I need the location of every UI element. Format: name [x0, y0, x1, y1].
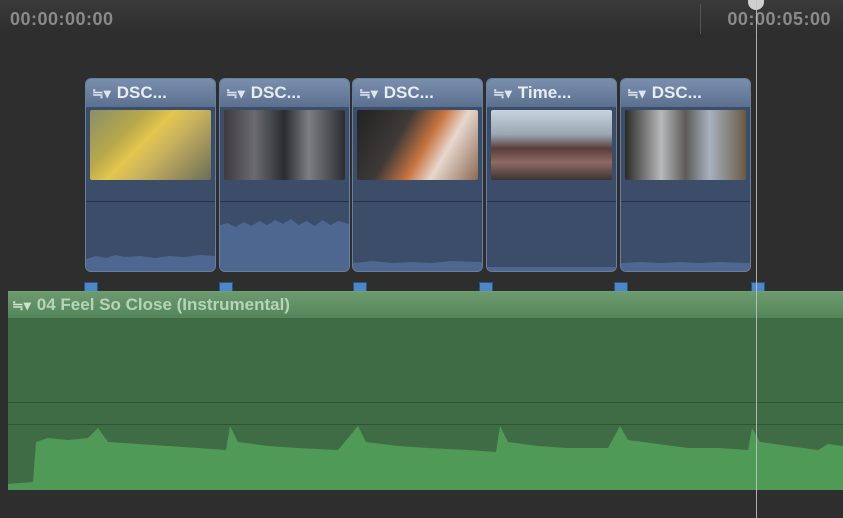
- clip-audio-waveform: [487, 267, 616, 271]
- video-clip[interactable]: ≒▾ Time...: [486, 78, 617, 272]
- clip-title: DSC...: [651, 83, 702, 102]
- clip-thumbnail: [491, 110, 612, 180]
- clip-thumbnail: [625, 110, 746, 180]
- ruler-tick: [700, 4, 701, 34]
- clip-menu-icon[interactable]: ≒▾: [12, 297, 31, 314]
- audio-divider: [8, 402, 843, 403]
- clip-title: DSC...: [116, 83, 167, 102]
- clip-thumbnail: [224, 110, 345, 180]
- clip-audio-waveform: [353, 261, 482, 271]
- clip-header[interactable]: ≒▾ DSC...: [621, 79, 750, 107]
- clip-audio-waveform: [220, 219, 349, 271]
- playhead[interactable]: [756, 0, 757, 518]
- clip-audio-waveform: [621, 262, 750, 271]
- timeline-ruler[interactable]: 00:00:00:00 00:00:05:00: [0, 0, 843, 39]
- clip-thumbnail: [90, 110, 211, 180]
- clip-header[interactable]: ≒▾ DSC...: [353, 79, 482, 107]
- clip-header[interactable]: ≒▾ DSC...: [220, 79, 349, 107]
- clip-menu-icon[interactable]: ≒▾: [627, 85, 646, 102]
- video-clip[interactable]: ≒▾ DSC...: [352, 78, 483, 272]
- video-clip[interactable]: ≒▾ DSC...: [85, 78, 216, 272]
- clip-title: DSC...: [250, 83, 301, 102]
- video-clip[interactable]: ≒▾ DSC...: [620, 78, 751, 272]
- clip-menu-icon[interactable]: ≒▾: [92, 85, 111, 102]
- clip-menu-icon[interactable]: ≒▾: [226, 85, 245, 102]
- audio-clip-title: 04 Feel So Close (Instrumental): [36, 295, 290, 314]
- clip-title: Time...: [517, 83, 572, 102]
- clip-title: DSC...: [383, 83, 434, 102]
- clip-audio-waveform: [86, 255, 215, 271]
- clip-menu-icon[interactable]: ≒▾: [359, 85, 378, 102]
- start-timecode: 00:00:00:00: [10, 9, 114, 29]
- audio-clip-header[interactable]: ≒▾ 04 Feel So Close (Instrumental): [8, 292, 843, 318]
- end-timecode: 00:00:05:00: [727, 9, 831, 29]
- clip-thumbnail: [357, 110, 478, 180]
- audio-clip[interactable]: ≒▾ 04 Feel So Close (Instrumental): [8, 291, 843, 490]
- clip-header[interactable]: ≒▾ Time...: [487, 79, 616, 107]
- clip-header[interactable]: ≒▾ DSC...: [86, 79, 215, 107]
- clip-menu-icon[interactable]: ≒▾: [493, 85, 512, 102]
- video-clip[interactable]: ≒▾ DSC...: [219, 78, 350, 272]
- audio-waveform: [8, 426, 843, 490]
